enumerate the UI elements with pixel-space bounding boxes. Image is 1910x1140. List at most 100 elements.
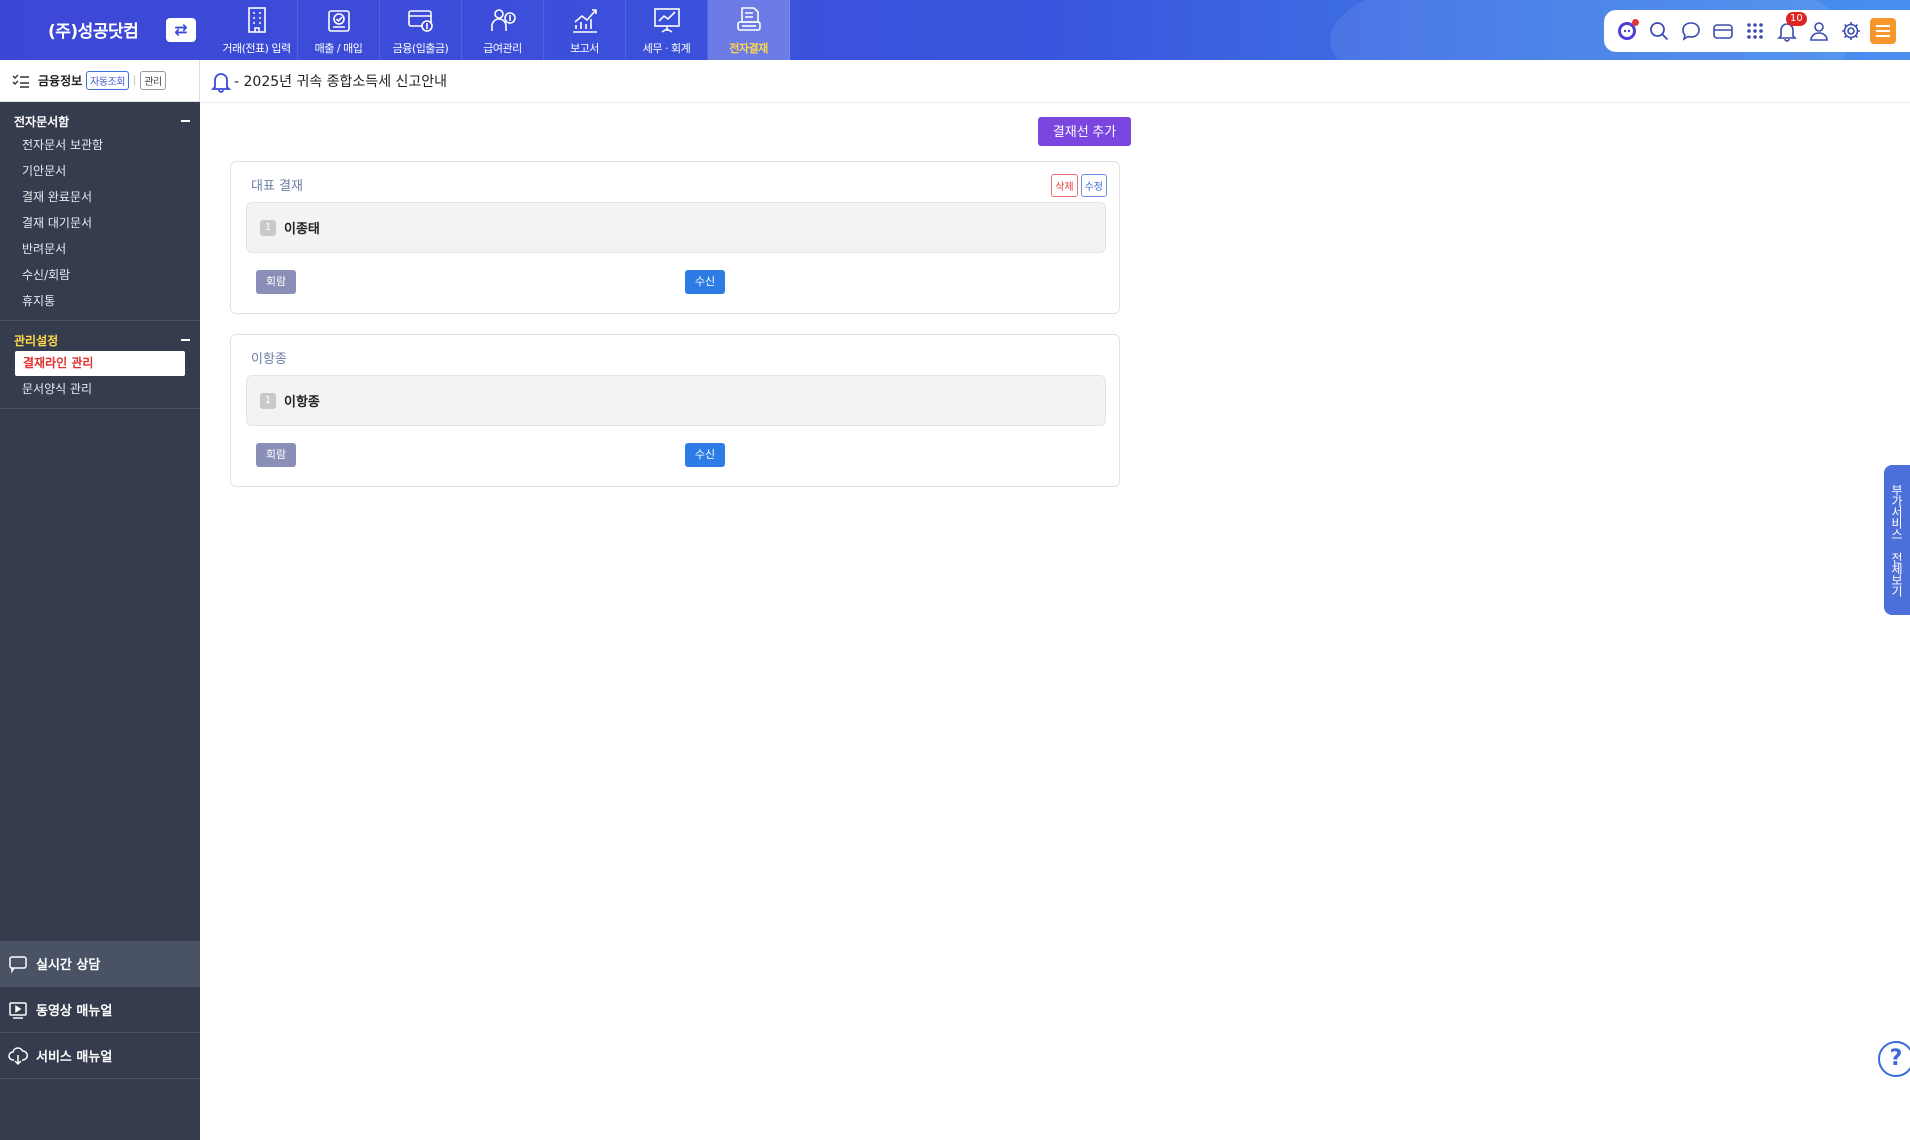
sidebar-item-rejected[interactable]: 반려문서: [0, 236, 200, 262]
approver-order: 1: [260, 392, 276, 409]
menu-line: [1876, 30, 1890, 32]
chatbot-alert-dot: [1632, 19, 1639, 26]
person-coin-icon: [491, 9, 516, 31]
approval-line-title: 이항종: [251, 352, 287, 367]
sidebar-bottom-links: 실시간 상담 동영상 매뉴얼 서비스 매뉴얼: [0, 941, 200, 1079]
card-button[interactable]: [1710, 18, 1736, 44]
nav-label: 거래(전표) 입력: [222, 42, 291, 55]
chart-up-icon: [573, 9, 597, 33]
group-title-label: 관리설정: [14, 333, 59, 348]
user-icon: [1810, 22, 1828, 41]
video-icon: [9, 1001, 27, 1019]
video-manual-link[interactable]: 동영상 매뉴얼: [0, 987, 200, 1033]
add-approval-line-button[interactable]: 결재선 추가: [1038, 117, 1131, 146]
approval-line-card: 대표 결재 삭제 수정 1 이종태 회람 수신: [230, 161, 1120, 314]
nav-sales-purchase[interactable]: 매출 / 매입: [298, 0, 380, 60]
finance-info-header: 금융정보 자동조회 | 관리: [0, 60, 200, 102]
collapse-icon[interactable]: [181, 339, 190, 341]
group-title-e-documents[interactable]: 전자문서함: [0, 110, 200, 132]
top-toolbar: 10: [1604, 10, 1910, 52]
notification-count-badge: 10: [1786, 12, 1807, 26]
notice-bar[interactable]: - 2025년 귀속 종합소득세 신고안내: [200, 60, 1910, 103]
document-approval-icon: [737, 7, 761, 31]
checklist-icon: [12, 74, 29, 88]
top-navigation-bar: (주)성공닷컴 ⇄ 거래(전표) 입력 매출 / 매입 금융(입출금) 급여관리…: [0, 0, 1910, 60]
sidebar-item-received[interactable]: 수신/회람: [0, 262, 200, 288]
auto-query-button[interactable]: 자동조회: [86, 71, 129, 90]
search-button[interactable]: [1646, 18, 1672, 44]
notice-text[interactable]: - 2025년 귀속 종합소득세 신고안내: [234, 71, 447, 91]
presentation-icon: [654, 8, 680, 33]
menu-line: [1876, 25, 1890, 27]
profile-button[interactable]: [1806, 18, 1832, 44]
receive-button[interactable]: 수신: [685, 270, 725, 294]
hamburger-menu-button[interactable]: [1870, 18, 1896, 44]
card-icon: [1713, 24, 1733, 39]
live-chat-link[interactable]: 실시간 상담: [0, 941, 200, 987]
company-name[interactable]: (주)성공닷컴: [48, 17, 139, 42]
group-title-label: 전자문서함: [14, 114, 70, 129]
approver-list: 1 이항종: [246, 375, 1106, 426]
circulate-button[interactable]: 회람: [256, 270, 296, 294]
nav-label: 급여관리: [483, 42, 522, 55]
sidebar: 금융정보 자동조회 | 관리 전자문서함 전자문서 보관함 기안문서 결재 완료…: [0, 60, 200, 1140]
group-e-documents: 전자문서함 전자문서 보관함 기안문서 결재 완료문서 결재 대기문서 반려문서…: [0, 102, 200, 321]
group-title-admin-settings[interactable]: 관리설정: [0, 329, 200, 351]
nav-e-approval[interactable]: 전자결재: [708, 0, 790, 60]
gear-icon: [1842, 22, 1860, 40]
edit-button[interactable]: 수정: [1080, 174, 1107, 197]
sidebar-item-doc-templates[interactable]: 문서양식 관리: [0, 376, 200, 402]
additional-services-tab[interactable]: 부가서비스 전체보기: [1884, 465, 1910, 615]
nav-label: 매출 / 매입: [314, 42, 363, 55]
approver-order: 1: [260, 219, 276, 236]
approval-line-card: 이항종 1 이항종 회람 수신: [230, 334, 1120, 487]
nav-finance[interactable]: 금융(입출금): [380, 0, 462, 60]
cloud-download-icon: [8, 1046, 28, 1065]
circulate-button[interactable]: 회람: [256, 443, 296, 467]
service-manual-label: 서비스 매뉴얼: [36, 1050, 113, 1065]
sidebar-item-pending[interactable]: 결재 대기문서: [0, 210, 200, 236]
group-admin-settings: 관리설정 결재라인 관리 문서양식 관리: [0, 321, 200, 409]
speech-bubble-icon: [1682, 22, 1700, 41]
switch-company-button[interactable]: ⇄: [166, 18, 196, 42]
service-manual-link[interactable]: 서비스 매뉴얼: [0, 1033, 200, 1079]
search-icon: [1650, 22, 1669, 41]
building-icon: [248, 7, 266, 33]
bell-icon: [210, 73, 232, 93]
nav-tax-accounting[interactable]: 세무 · 회계: [626, 0, 708, 60]
approver-name: 이종태: [284, 222, 320, 237]
nav-label: 전자결재: [729, 42, 768, 55]
live-chat-label: 실시간 상담: [36, 958, 101, 973]
grid-icon: [1747, 23, 1763, 39]
message-button[interactable]: [1678, 18, 1704, 44]
card-coin-icon: [408, 10, 433, 32]
approver-list: 1 이종태: [246, 202, 1106, 253]
nav-label: 금융(입출금): [392, 42, 449, 55]
nav-label: 보고서: [570, 42, 599, 55]
nav-payroll[interactable]: 급여관리: [462, 0, 544, 60]
card-actions: 삭제 수정: [1051, 174, 1107, 197]
notification-button[interactable]: 10: [1774, 12, 1807, 44]
sidebar-item-trash[interactable]: 휴지통: [0, 288, 200, 314]
nav-reports[interactable]: 보고서: [544, 0, 626, 60]
chatbot-button[interactable]: [1614, 18, 1640, 44]
clipboard-check-icon: [328, 10, 350, 32]
finance-manage-button[interactable]: 관리: [140, 71, 166, 90]
approval-line-title: 대표 결재: [251, 179, 303, 194]
settings-button[interactable]: [1838, 18, 1864, 44]
delete-button[interactable]: 삭제: [1051, 174, 1078, 197]
video-manual-label: 동영상 매뉴얼: [36, 1004, 113, 1019]
approver-name: 이항종: [284, 395, 320, 410]
main-nav: 거래(전표) 입력 매출 / 매입 금융(입출금) 급여관리 보고서 세무 · …: [216, 0, 790, 60]
sidebar-item-drafts[interactable]: 기안문서: [0, 158, 200, 184]
help-button[interactable]: ?: [1878, 1041, 1910, 1077]
sidebar-item-approved[interactable]: 결재 완료문서: [0, 184, 200, 210]
receive-button[interactable]: 수신: [685, 443, 725, 467]
finance-info-title: 금융정보: [38, 74, 83, 88]
collapse-icon[interactable]: [181, 120, 190, 122]
chip-separator: |: [132, 75, 137, 86]
sidebar-item-document-archive[interactable]: 전자문서 보관함: [0, 132, 200, 158]
apps-button[interactable]: [1742, 18, 1768, 44]
nav-transaction-entry[interactable]: 거래(전표) 입력: [216, 0, 298, 60]
sidebar-item-approval-line[interactable]: 결재라인 관리: [15, 351, 185, 376]
